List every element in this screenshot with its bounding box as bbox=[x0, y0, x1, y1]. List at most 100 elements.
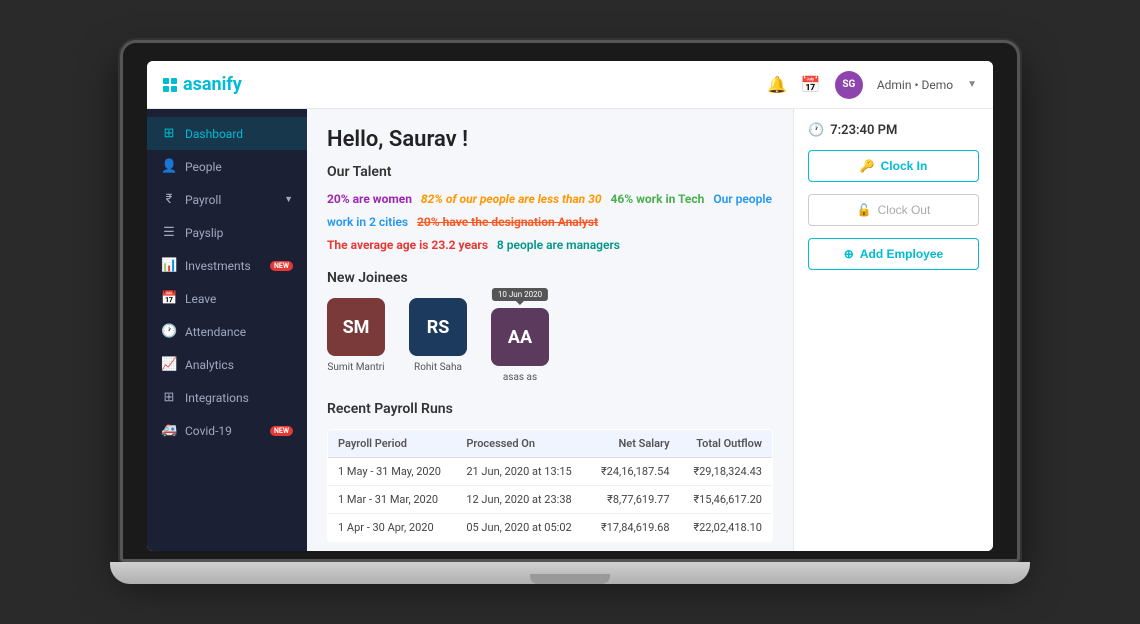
table-row: 1 Mar - 31 Mar, 2020 12 Jun, 2020 at 23:… bbox=[328, 486, 773, 514]
payroll-icon: ₹ bbox=[161, 192, 177, 207]
joinee-item: 10 Jun 2020 AA asas as bbox=[491, 298, 549, 383]
sidebar-item-leave[interactable]: 📅 Leave bbox=[147, 282, 307, 315]
clock-out-button[interactable]: 🔓 Clock Out bbox=[808, 194, 979, 226]
cell-processed: 12 Jun, 2020 at 23:38 bbox=[456, 486, 587, 514]
analytics-icon: 📈 bbox=[161, 357, 177, 372]
clock-display: 🕐 7:23:40 PM bbox=[808, 123, 979, 138]
add-icon: ⊕ bbox=[844, 247, 854, 261]
investments-icon: 📊 bbox=[161, 258, 177, 273]
col-header-outflow: Total Outflow bbox=[680, 430, 773, 458]
calendar-icon[interactable]: 📅 bbox=[801, 75, 821, 94]
joinee-name: Rohit Saha bbox=[414, 362, 462, 373]
col-header-processed: Processed On bbox=[456, 430, 587, 458]
attendance-icon: 🕐 bbox=[161, 324, 177, 339]
col-header-period: Payroll Period bbox=[328, 430, 457, 458]
col-header-net: Net Salary bbox=[587, 430, 679, 458]
dashboard-icon: ⊞ bbox=[161, 126, 177, 141]
avatar: SG bbox=[835, 71, 863, 99]
cell-outflow: ₹15,46,617.20 bbox=[680, 486, 773, 514]
cell-outflow: ₹22,02,418.10 bbox=[680, 514, 773, 542]
cell-period: 1 Apr - 30 Apr, 2020 bbox=[328, 514, 457, 542]
chevron-down-icon: ▼ bbox=[284, 194, 293, 205]
sidebar-item-label: Payslip bbox=[185, 226, 293, 240]
sidebar-item-label: People bbox=[185, 160, 293, 174]
payroll-title: Recent Payroll Runs bbox=[327, 401, 773, 417]
sidebar-item-integrations[interactable]: ⊞ Integrations bbox=[147, 381, 307, 414]
clock-time: 7:23:40 PM bbox=[830, 123, 897, 138]
stat-analyst: 20% have the designation Analyst bbox=[417, 215, 598, 229]
admin-label[interactable]: Admin • Demo bbox=[877, 78, 953, 92]
new-badge: NEW bbox=[270, 426, 293, 436]
table-row: 1 Apr - 30 Apr, 2020 05 Jun, 2020 at 05:… bbox=[328, 514, 773, 542]
sidebar-item-payslip[interactable]: ☰ Payslip bbox=[147, 216, 307, 249]
sidebar-item-analytics[interactable]: 📈 Analytics bbox=[147, 348, 307, 381]
sidebar-item-covid19[interactable]: 🚑 Covid-19 NEW bbox=[147, 414, 307, 447]
new-joinees-title: New Joinees bbox=[327, 270, 773, 286]
top-bar: asanify 🔔 📅 SG Admin • Demo ▼ bbox=[147, 61, 993, 109]
clock-icon: 🕐 bbox=[808, 123, 824, 138]
integrations-icon: ⊞ bbox=[161, 390, 177, 405]
talent-stats: 20% are women 82% of our people are less… bbox=[327, 188, 773, 256]
sidebar-item-label: Attendance bbox=[185, 325, 293, 339]
stat-avgage: The average age is 23.2 years bbox=[327, 238, 488, 252]
new-badge: NEW bbox=[270, 261, 293, 271]
sidebar-item-label: Analytics bbox=[185, 358, 293, 372]
sidebar-item-investments[interactable]: 📊 Investments NEW bbox=[147, 249, 307, 282]
cell-processed: 21 Jun, 2020 at 13:15 bbox=[456, 458, 587, 486]
joinee-avatar: RS bbox=[409, 298, 467, 356]
cell-net: ₹17,84,619.68 bbox=[587, 514, 679, 542]
covid-icon: 🚑 bbox=[161, 423, 177, 438]
dropdown-chevron-icon[interactable]: ▼ bbox=[967, 79, 977, 90]
joinee-name: Sumit Mantri bbox=[327, 362, 384, 373]
sidebar-item-label: Payroll bbox=[185, 193, 276, 207]
clock-in-button[interactable]: 🔑 Clock In bbox=[808, 150, 979, 182]
right-panel: 🕐 7:23:40 PM 🔑 Clock In 🔓 Clock Out ⊕ Ad… bbox=[793, 109, 993, 551]
cell-net: ₹8,77,619.77 bbox=[587, 486, 679, 514]
cell-period: 1 Mar - 31 Mar, 2020 bbox=[328, 486, 457, 514]
joinee-item: RS Rohit Saha bbox=[409, 298, 467, 373]
top-bar-right: 🔔 📅 SG Admin • Demo ▼ bbox=[767, 71, 977, 99]
leave-icon: 📅 bbox=[161, 291, 177, 306]
stat-less30: 82% of our people are less than 30 bbox=[421, 192, 602, 206]
content-area: Hello, Saurav ! Our Talent 20% are women… bbox=[307, 109, 793, 551]
joinee-date-badge: 10 Jun 2020 bbox=[492, 288, 548, 301]
stat-managers: 8 people are managers bbox=[497, 238, 620, 252]
payroll-table: Payroll Period Processed On Net Salary T… bbox=[327, 429, 773, 542]
sidebar-item-dashboard[interactable]: ⊞ Dashboard bbox=[147, 117, 307, 150]
sidebar-item-attendance[interactable]: 🕐 Attendance bbox=[147, 315, 307, 348]
table-row: 1 May - 31 May, 2020 21 Jun, 2020 at 13:… bbox=[328, 458, 773, 486]
sidebar-item-label: Investments bbox=[185, 259, 262, 273]
payslip-icon: ☰ bbox=[161, 225, 177, 240]
sidebar: ⊞ Dashboard 👤 People ₹ Payroll ▼ ☰ Pa bbox=[147, 109, 307, 551]
joinee-item: SM Sumit Mantri bbox=[327, 298, 385, 373]
sidebar-item-label: Dashboard bbox=[185, 127, 293, 141]
sidebar-item-label: Leave bbox=[185, 292, 293, 306]
people-icon: 👤 bbox=[161, 159, 177, 174]
logo-area: asanify bbox=[163, 74, 242, 95]
stat-women: 20% are women bbox=[327, 192, 412, 206]
logo-text: asanify bbox=[183, 74, 242, 95]
bell-icon[interactable]: 🔔 bbox=[767, 75, 787, 94]
sidebar-item-label: Covid-19 bbox=[185, 424, 262, 438]
sidebar-item-payroll[interactable]: ₹ Payroll ▼ bbox=[147, 183, 307, 216]
cell-outflow: ₹29,18,324.43 bbox=[680, 458, 773, 486]
sidebar-item-people[interactable]: 👤 People bbox=[147, 150, 307, 183]
cell-net: ₹24,16,187.54 bbox=[587, 458, 679, 486]
clock-out-icon: 🔓 bbox=[857, 203, 872, 217]
cell-processed: 05 Jun, 2020 at 05:02 bbox=[456, 514, 587, 542]
greeting-text: Hello, Saurav ! bbox=[327, 127, 773, 152]
sidebar-item-label: Integrations bbox=[185, 391, 293, 405]
joinee-avatar: SM bbox=[327, 298, 385, 356]
clock-out-label: Clock Out bbox=[878, 203, 931, 217]
joinees-row: SM Sumit Mantri RS Rohit Saha 10 Jun 202… bbox=[327, 298, 773, 383]
talent-title: Our Talent bbox=[327, 164, 773, 180]
clock-in-icon: 🔑 bbox=[860, 159, 875, 173]
add-employee-button[interactable]: ⊕ Add Employee bbox=[808, 238, 979, 270]
cell-period: 1 May - 31 May, 2020 bbox=[328, 458, 457, 486]
clock-in-label: Clock In bbox=[881, 159, 928, 173]
joinee-name: asas as bbox=[503, 372, 537, 383]
stat-workin: 46% work in Tech bbox=[610, 192, 704, 206]
main-layout: ⊞ Dashboard 👤 People ₹ Payroll ▼ ☰ Pa bbox=[147, 109, 993, 551]
joinee-avatar: AA bbox=[491, 308, 549, 366]
add-employee-label: Add Employee bbox=[860, 247, 943, 261]
